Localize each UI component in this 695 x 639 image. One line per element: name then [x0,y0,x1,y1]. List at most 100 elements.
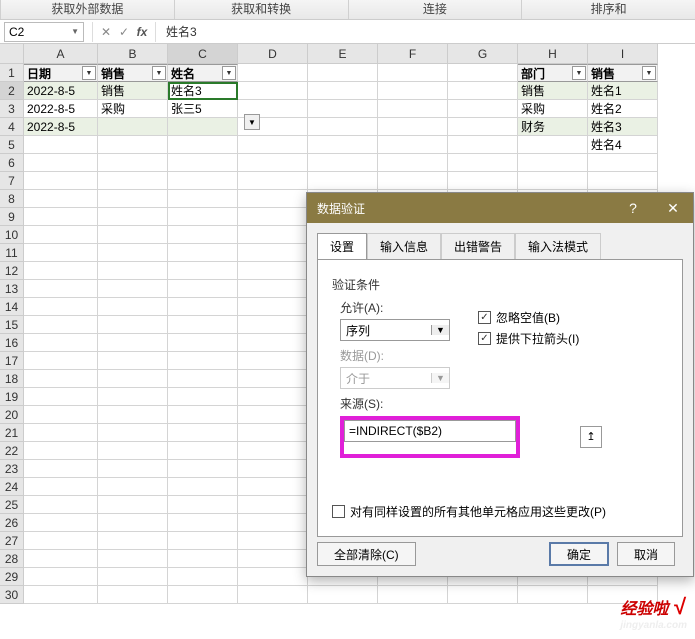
cell[interactable] [588,154,658,172]
row-header[interactable]: 26 [0,514,24,532]
cell[interactable] [24,172,98,190]
cell[interactable] [24,514,98,532]
row-header[interactable]: 24 [0,478,24,496]
cell[interactable] [24,388,98,406]
cell[interactable] [98,298,168,316]
cell[interactable] [378,136,448,154]
cell[interactable] [308,118,378,136]
row-header[interactable]: 14 [0,298,24,316]
cell[interactable] [168,388,238,406]
ignore-blank-checkbox[interactable]: 忽略空值(B) [478,309,579,326]
row-header[interactable]: 5 [0,136,24,154]
cell[interactable] [24,478,98,496]
select-all-corner[interactable] [0,44,24,64]
row-header[interactable]: 9 [0,208,24,226]
cell[interactable] [238,190,308,208]
clear-all-button[interactable]: 全部清除(C) [317,542,416,566]
cell[interactable] [24,496,98,514]
cell[interactable] [24,244,98,262]
cell[interactable] [238,262,308,280]
cell[interactable] [308,82,378,100]
row-header[interactable]: 16 [0,334,24,352]
cell[interactable] [98,496,168,514]
cell[interactable] [24,550,98,568]
cell[interactable] [588,172,658,190]
cell[interactable] [98,154,168,172]
ribbon-group[interactable]: 获取和转换 [174,0,348,19]
cell[interactable] [238,568,308,586]
cell[interactable] [238,586,308,604]
cancel-button[interactable]: 取消 [617,542,675,566]
row-header[interactable]: 6 [0,154,24,172]
row-header[interactable]: 30 [0,586,24,604]
tab-error-alert[interactable]: 出错警告 [441,233,515,259]
cell[interactable] [24,208,98,226]
row-header[interactable]: 22 [0,442,24,460]
row-header[interactable]: 18 [0,370,24,388]
tab-ime-mode[interactable]: 输入法模式 [515,233,601,259]
cell[interactable] [168,586,238,604]
cell[interactable] [168,208,238,226]
cell[interactable] [168,568,238,586]
cell[interactable] [24,226,98,244]
cell[interactable]: 张三5 [168,100,238,118]
cell[interactable] [98,244,168,262]
cell[interactable] [238,478,308,496]
cell[interactable] [168,244,238,262]
cell[interactable] [448,586,518,604]
table-header-cell[interactable]: 部门▼ [518,64,588,82]
cell[interactable] [168,370,238,388]
cell[interactable]: 财务 [518,118,588,136]
cell[interactable] [24,586,98,604]
cell[interactable] [168,226,238,244]
cell[interactable] [378,118,448,136]
cell[interactable] [448,82,518,100]
cell[interactable] [168,316,238,334]
column-header[interactable]: D [238,44,308,64]
cell[interactable] [168,478,238,496]
range-picker-button[interactable]: ↥ [580,426,602,448]
cell[interactable] [168,136,238,154]
cell[interactable] [98,352,168,370]
row-header[interactable]: 10 [0,226,24,244]
cell[interactable]: 销售 [98,82,168,100]
cell[interactable] [24,460,98,478]
cell[interactable] [168,172,238,190]
help-button[interactable]: ? [613,193,653,223]
name-box[interactable]: C2 ▼ [4,22,84,42]
cell[interactable] [168,424,238,442]
cell[interactable] [168,514,238,532]
table-header-cell[interactable]: 销售▼ [588,64,658,82]
cell[interactable] [308,154,378,172]
column-header[interactable]: G [448,44,518,64]
cell[interactable] [168,190,238,208]
cell[interactable] [168,280,238,298]
row-header[interactable]: 15 [0,316,24,334]
cell[interactable] [168,262,238,280]
filter-dropdown-icon[interactable]: ▼ [152,66,166,80]
cell[interactable]: 采购 [518,100,588,118]
cell[interactable] [24,532,98,550]
cell[interactable] [98,460,168,478]
cell[interactable] [238,550,308,568]
cell[interactable] [448,154,518,172]
cell[interactable] [448,136,518,154]
cell[interactable] [238,370,308,388]
cell[interactable] [98,262,168,280]
filter-dropdown-icon[interactable]: ▼ [222,66,236,80]
cell[interactable] [168,154,238,172]
cell-dropdown-button[interactable]: ▼ [244,114,260,130]
cell[interactable] [24,190,98,208]
cell[interactable] [168,334,238,352]
cell[interactable] [378,64,448,82]
cell[interactable] [24,352,98,370]
cell[interactable] [24,262,98,280]
column-header[interactable]: B [98,44,168,64]
column-header[interactable]: F [378,44,448,64]
cell[interactable] [98,190,168,208]
cell[interactable] [238,424,308,442]
cell[interactable] [98,334,168,352]
cell[interactable] [168,118,238,136]
cell[interactable] [24,316,98,334]
cell[interactable] [168,442,238,460]
